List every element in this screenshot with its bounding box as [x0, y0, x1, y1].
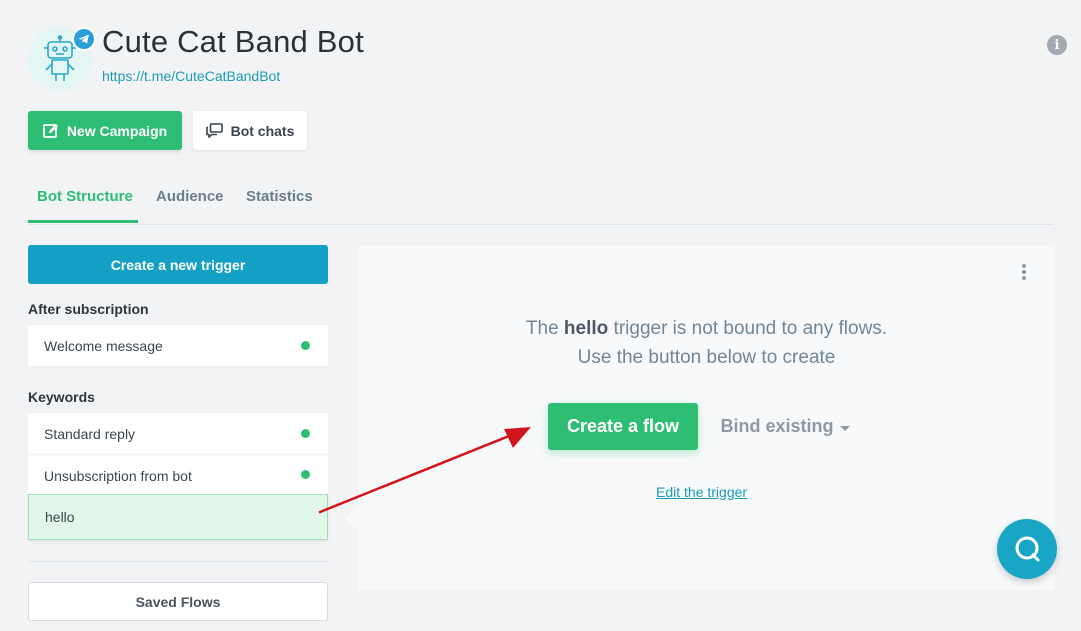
chat-icon [205, 123, 223, 138]
edit-trigger-link[interactable]: Edit the trigger [656, 484, 747, 500]
create-flow-button[interactable]: Create a flow [548, 403, 698, 450]
trigger-item-label: Unsubscription from bot [44, 467, 192, 484]
trigger-item-standard-reply[interactable]: Standard reply [28, 413, 328, 455]
telegram-badge [72, 27, 96, 51]
active-status-dot [301, 429, 310, 438]
more-options-icon[interactable] [1017, 262, 1031, 282]
unbound-message-line1: The hello trigger is not bound to any fl… [358, 318, 1055, 340]
sidebar-divider [28, 561, 328, 562]
active-status-dot [301, 470, 310, 479]
after-subscription-heading: After subscription [28, 301, 149, 317]
chevron-down-icon [839, 426, 850, 431]
telegram-icon [74, 29, 94, 49]
support-chat-button[interactable] [997, 519, 1057, 579]
bind-existing-label: Bind existing [720, 416, 834, 436]
edit-icon [42, 123, 58, 138]
new-campaign-label: New Campaign [66, 122, 168, 139]
bot-tabs: Bot Structure Audience Statistics [28, 180, 1054, 225]
active-tab-indicator [28, 220, 138, 223]
keywords-heading: Keywords [28, 389, 95, 405]
bot-title: Cute Cat Band Bot [102, 24, 364, 59]
active-status-dot [301, 341, 310, 350]
unbound-message-line2: Use the button below to create [577, 347, 836, 368]
trigger-name: hello [563, 318, 609, 339]
tab-audience[interactable]: Audience [156, 188, 224, 205]
panel-pointer [345, 505, 358, 531]
info-icon[interactable]: i [1047, 35, 1067, 55]
message-suffix: trigger is not bound to any flows. [613, 318, 888, 339]
message-prefix: The [525, 318, 559, 339]
trigger-item-label: hello [45, 509, 75, 525]
create-trigger-button[interactable]: Create a new trigger [28, 245, 328, 284]
bot-chats-button[interactable]: Bot chats [193, 111, 307, 150]
saved-flows-button[interactable]: Saved Flows [28, 582, 328, 621]
bot-chats-label: Bot chats [230, 122, 295, 139]
new-campaign-button[interactable]: New Campaign [28, 111, 182, 150]
bot-link[interactable]: https://t.me/CuteCatBandBot [102, 68, 280, 84]
speech-bubble-icon [1015, 536, 1040, 562]
bind-existing-dropdown[interactable]: Bind existing [706, 403, 864, 450]
tab-statistics[interactable]: Statistics [246, 188, 313, 205]
tab-bot-structure[interactable]: Bot Structure [37, 188, 133, 205]
trigger-item-welcome-message[interactable]: Welcome message [28, 325, 328, 367]
trigger-item-hello[interactable]: hello [28, 494, 328, 540]
trigger-item-unsubscription[interactable]: Unsubscription from bot [28, 455, 328, 497]
trigger-item-label: Welcome message [44, 337, 163, 354]
trigger-item-label: Standard reply [44, 425, 136, 442]
